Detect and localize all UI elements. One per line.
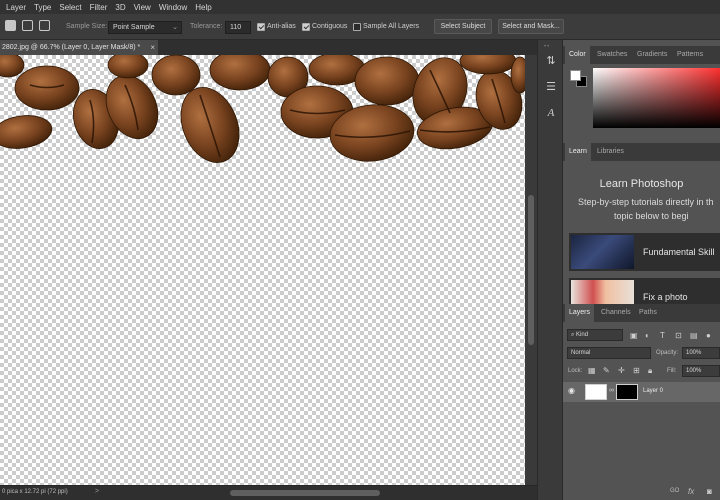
sample-all-layers-label: Sample All Layers xyxy=(363,23,420,30)
layer-row[interactable]: ◉ ∞ Layer 0 xyxy=(563,382,720,402)
tab-color[interactable]: Color xyxy=(565,46,590,64)
vertical-scrollbar-thumb[interactable] xyxy=(528,195,534,345)
menu-help[interactable]: Help xyxy=(195,3,211,12)
grip-icon[interactable]: •• xyxy=(544,44,550,50)
learn-card-label: Fundamental Skill xyxy=(643,247,715,257)
tolerance-label: Tolerance: xyxy=(190,23,223,30)
menu-window[interactable]: Window xyxy=(159,3,187,12)
tolerance-input[interactable]: 110 xyxy=(225,21,251,34)
learn-card-fundamental-skills[interactable]: Fundamental Skill xyxy=(569,233,720,271)
color-panel-tabs: Color Swatches Gradients Patterns xyxy=(563,46,720,64)
subtract-from-selection-icon[interactable] xyxy=(39,20,50,31)
document-tab-bar: 2802.jpg @ 66.7% (Layer 0, Layer Mask/8)… xyxy=(0,40,537,55)
anti-alias-checkbox[interactable] xyxy=(257,23,265,31)
blend-mode-value: Normal xyxy=(571,350,591,356)
tab-patterns[interactable]: Patterns xyxy=(673,46,707,64)
link-icon[interactable]: ∞ xyxy=(609,387,614,394)
fill-label: Fill: xyxy=(667,368,677,374)
color-picker-field[interactable] xyxy=(593,68,720,128)
layer-thumbnail[interactable] xyxy=(585,384,607,400)
learn-panel: Learn Libraries Learn Photoshop Step-by-… xyxy=(563,143,720,316)
document-size-status: 0 pica x 12.72 pi (72 ppi) xyxy=(2,489,68,495)
sample-size-label: Sample Size: xyxy=(66,23,108,30)
add-to-selection-icon[interactable] xyxy=(22,20,33,31)
vertical-scrollbar[interactable] xyxy=(525,55,537,485)
link-layers-button[interactable]: GO xyxy=(670,488,679,494)
learn-title: Learn Photoshop xyxy=(599,178,684,190)
layers-panel-footer: GO fx ◙ xyxy=(563,484,720,500)
opacity-label: Opacity: xyxy=(656,350,679,356)
type-layer-filter-icon[interactable]: T xyxy=(660,331,665,340)
document-tab-title: 2802.jpg @ 66.7% (Layer 0, Layer Mask/8)… xyxy=(2,44,141,51)
fx-button[interactable]: fx xyxy=(688,487,694,496)
contiguous-checkbox[interactable] xyxy=(302,23,310,31)
sample-all-layers-checkbox[interactable] xyxy=(353,23,361,31)
properties-icon[interactable]: ☰ xyxy=(542,78,560,96)
fill-input[interactable]: 100% xyxy=(682,365,720,377)
layer-mask-thumbnail[interactable] xyxy=(616,384,638,400)
artboard-lock-icon[interactable]: ⊞ xyxy=(633,366,640,375)
close-icon[interactable]: × xyxy=(150,40,155,55)
tab-swatches[interactable]: Swatches xyxy=(593,46,631,64)
learn-description-line: Step-by-step tutorials directly in th xyxy=(578,197,714,207)
anti-alias-label: Anti-alias xyxy=(267,23,296,30)
tab-gradients[interactable]: Gradients xyxy=(633,46,671,64)
layers-panel: Layers Channels Paths ⌕ Kind ▣ ◐ T ⊡ ▤ ●… xyxy=(563,304,720,500)
learn-description: Step-by-step tutorials directly in th to… xyxy=(578,195,714,223)
character-icon[interactable]: A xyxy=(542,104,560,122)
layer-filter-kind-select[interactable]: ⌕ Kind xyxy=(567,329,623,341)
layers-panel-tabs: Layers Channels Paths xyxy=(563,304,720,322)
pixel-layer-filter-icon[interactable]: ▣ xyxy=(630,331,638,340)
new-selection-icon[interactable] xyxy=(5,20,16,31)
tab-learn[interactable]: Learn xyxy=(565,143,591,161)
coffee-beans-image xyxy=(0,55,525,163)
lock-transparent-pixels-icon[interactable]: ▦ xyxy=(588,366,596,375)
learn-card-thumbnail xyxy=(571,235,634,269)
lock-label: Lock: xyxy=(568,368,583,374)
tab-layers[interactable]: Layers xyxy=(565,304,595,322)
menu-type[interactable]: Type xyxy=(34,3,51,12)
contiguous-label: Contiguous xyxy=(312,23,348,30)
sample-size-select[interactable]: Point Sample ⌄ xyxy=(108,21,182,34)
menu-bar: Layer Type Select Filter 3D View Window … xyxy=(0,0,720,14)
menu-view[interactable]: View xyxy=(134,3,151,12)
layer-mask-icon[interactable]: ◙ xyxy=(707,487,712,496)
lock-image-pixels-icon[interactable]: ✎ xyxy=(603,366,610,375)
menu-3d[interactable]: 3D xyxy=(115,3,125,12)
tab-paths[interactable]: Paths xyxy=(635,304,661,322)
layer-filter-kind-value: Kind xyxy=(576,332,589,338)
eye-icon[interactable]: ◉ xyxy=(568,386,575,395)
foreground-color-swatch[interactable] xyxy=(570,70,581,81)
document-tab[interactable]: 2802.jpg @ 66.7% (Layer 0, Layer Mask/8)… xyxy=(0,40,158,55)
status-bar: 0 pica x 12.72 pi (72 ppi) > xyxy=(0,485,537,500)
sample-size-value: Point Sample xyxy=(113,24,155,31)
right-panels: Color Swatches Gradients Patterns Learn … xyxy=(563,40,720,500)
filter-toggle-icon[interactable]: ● xyxy=(706,331,711,340)
chevron-down-icon: ⌄ xyxy=(172,24,178,31)
tab-channels[interactable]: Channels xyxy=(597,304,635,322)
tab-libraries[interactable]: Libraries xyxy=(593,143,628,161)
document-canvas[interactable] xyxy=(0,55,525,485)
lock-position-icon[interactable]: ✛ xyxy=(618,366,625,375)
options-bar: Sample Size: Point Sample ⌄ Tolerance: 1… xyxy=(0,14,720,40)
lock-all-icon[interactable]: 🔒︎ xyxy=(648,366,652,376)
blend-mode-select[interactable]: Normal xyxy=(567,347,651,359)
select-and-mask-button[interactable]: Select and Mask... xyxy=(498,19,564,34)
menu-layer[interactable]: Layer xyxy=(6,3,26,12)
select-subject-button[interactable]: Select Subject xyxy=(434,19,492,34)
menu-select[interactable]: Select xyxy=(59,3,81,12)
layer-name[interactable]: Layer 0 xyxy=(643,388,663,394)
learn-description-line: topic below to begi xyxy=(614,211,689,221)
shape-layer-filter-icon[interactable]: ⊡ xyxy=(675,331,682,340)
learn-panel-tabs: Learn Libraries xyxy=(563,143,720,161)
panel-icon-strip: •• ⇅ ☰ A xyxy=(537,40,563,500)
adjustments-icon[interactable]: ⇅ xyxy=(542,52,560,70)
menu-filter[interactable]: Filter xyxy=(90,3,108,12)
status-menu-arrow-icon[interactable]: > xyxy=(95,488,99,495)
opacity-input[interactable]: 100% xyxy=(682,347,720,359)
smart-object-filter-icon[interactable]: ▤ xyxy=(690,331,698,340)
horizontal-scrollbar-thumb[interactable] xyxy=(230,490,380,496)
adjustment-layer-filter-icon[interactable]: ◐ xyxy=(645,331,650,340)
